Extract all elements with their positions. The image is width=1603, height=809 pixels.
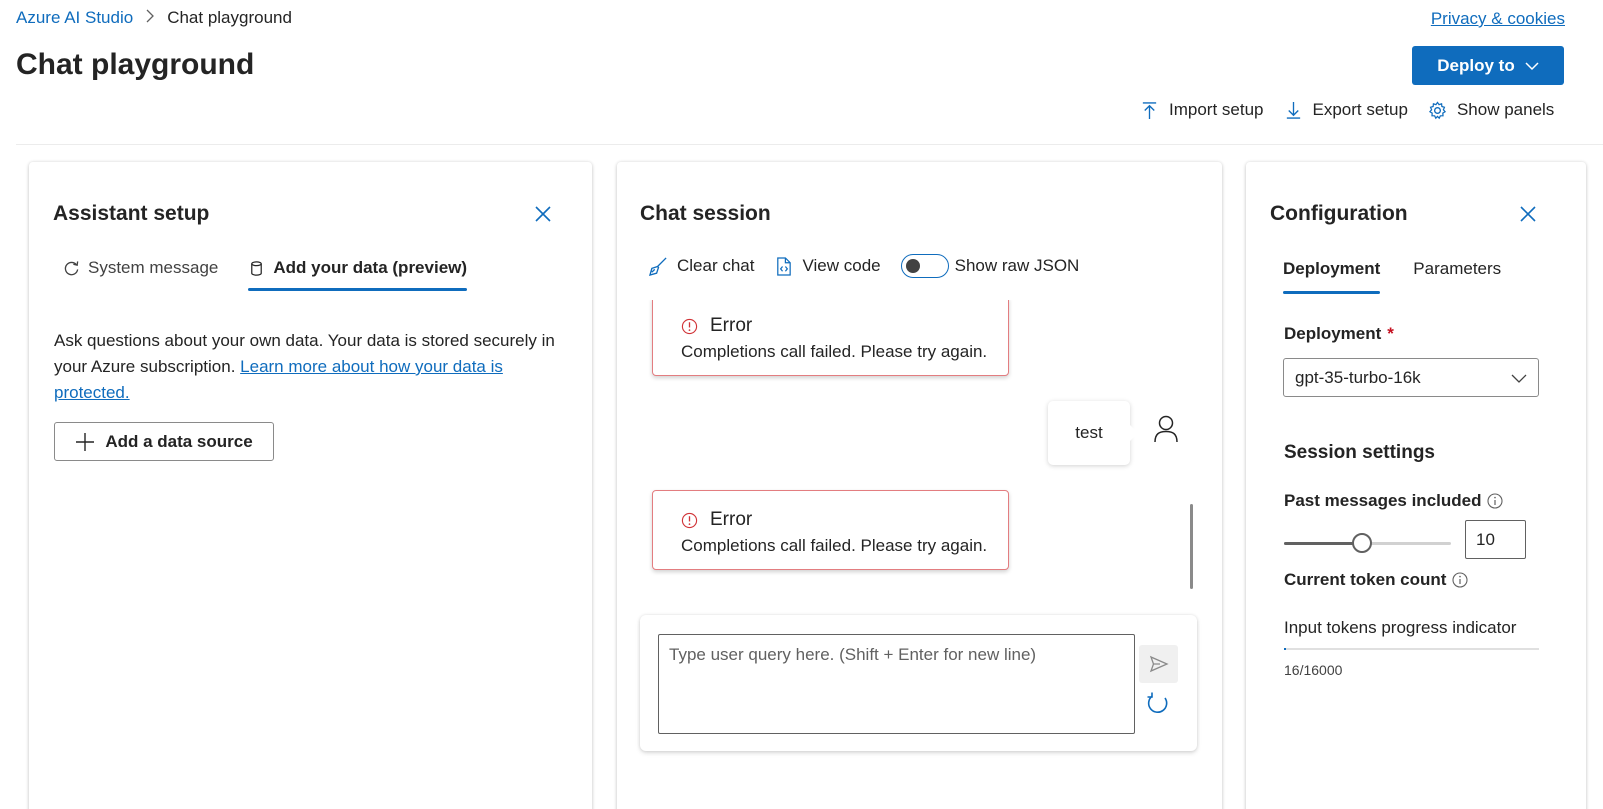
progress-fill bbox=[1284, 648, 1286, 650]
user-message-bubble: test bbox=[1048, 401, 1138, 465]
error-circle-icon bbox=[681, 318, 698, 334]
chat-toolbar: Clear chat View code Show raw JSON bbox=[649, 254, 1079, 278]
tab-system-message[interactable]: System message bbox=[63, 258, 218, 288]
tab-add-your-data[interactable]: Add your data (preview) bbox=[248, 258, 468, 291]
assistant-setup-title: Assistant setup bbox=[53, 202, 210, 225]
upload-icon bbox=[1142, 101, 1157, 119]
deployment-select[interactable]: gpt-35-turbo-16k bbox=[1283, 358, 1539, 397]
user-query-input[interactable] bbox=[658, 634, 1135, 734]
show-panels-button[interactable]: Show panels bbox=[1428, 100, 1554, 120]
clear-chat-label: Clear chat bbox=[677, 256, 755, 275]
plus-icon bbox=[76, 432, 95, 451]
deployment-select-value: gpt-35-turbo-16k bbox=[1295, 367, 1421, 387]
past-messages-input[interactable] bbox=[1465, 520, 1526, 559]
chat-session-panel: Chat session Clear chat View code Show r… bbox=[617, 162, 1222, 809]
token-count-label-text: Current token count bbox=[1284, 570, 1447, 589]
error-circle-icon bbox=[681, 512, 698, 528]
privacy-cookies-link[interactable]: Privacy & cookies bbox=[1431, 9, 1565, 29]
chat-scrollbar[interactable] bbox=[1190, 504, 1193, 589]
breadcrumb: Azure AI Studio Chat playground bbox=[16, 8, 292, 28]
tab-system-message-label: System message bbox=[88, 258, 219, 277]
add-data-source-button[interactable]: Add a data source bbox=[54, 422, 274, 461]
assistant-setup-panel: Assistant setup System message Add your … bbox=[29, 162, 592, 809]
deploy-to-label: Deploy to bbox=[1437, 55, 1515, 75]
view-code-label: View code bbox=[802, 256, 881, 275]
code-file-icon bbox=[777, 256, 792, 276]
chat-session-title: Chat session bbox=[640, 202, 771, 225]
error-text: Completions call failed. Please try agai… bbox=[681, 536, 988, 555]
regenerate-icon[interactable] bbox=[1145, 691, 1171, 717]
view-code-button[interactable]: View code bbox=[774, 256, 881, 276]
data-description: Ask questions about your own data. Your … bbox=[54, 328, 574, 406]
info-icon[interactable] bbox=[1487, 493, 1504, 509]
tab-parameters[interactable]: Parameters bbox=[1413, 259, 1501, 291]
deployment-field-label: Deployment * bbox=[1284, 324, 1394, 344]
assistant-setup-tabs: System message Add your data (preview) bbox=[63, 258, 497, 291]
error-message-card: Error Completions call failed. Please tr… bbox=[652, 300, 1009, 376]
input-tokens-progress-bar bbox=[1284, 648, 1539, 650]
toggle-knob bbox=[905, 259, 920, 273]
chat-playground-page: Azure AI Studio Chat playground Privacy … bbox=[0, 0, 1603, 809]
deployment-label-text: Deployment bbox=[1284, 324, 1382, 343]
show-raw-json-label: Show raw JSON bbox=[954, 256, 1080, 275]
gear-icon bbox=[1428, 100, 1447, 119]
configuration-tabs: Deployment Parameters bbox=[1283, 259, 1534, 294]
export-setup-button[interactable]: Export setup bbox=[1284, 100, 1408, 120]
slider-fill bbox=[1284, 542, 1363, 545]
deploy-to-button[interactable]: Deploy to bbox=[1412, 46, 1564, 85]
show-panels-label: Show panels bbox=[1456, 100, 1555, 119]
clear-chat-button[interactable]: Clear chat bbox=[649, 256, 754, 276]
chevron-down-icon bbox=[1511, 374, 1527, 383]
past-messages-slider[interactable] bbox=[1284, 531, 1451, 555]
show-raw-json-toggle[interactable] bbox=[900, 254, 949, 278]
refresh-icon bbox=[64, 260, 79, 275]
configuration-panel: Configuration Deployment Parameters Depl… bbox=[1246, 162, 1586, 809]
breadcrumb-current: Chat playground bbox=[167, 8, 292, 27]
token-count-value: 16/16000 bbox=[1284, 662, 1343, 678]
person-avatar-icon bbox=[1154, 415, 1178, 443]
error-text: Completions call failed. Please try agai… bbox=[681, 342, 988, 361]
import-setup-button[interactable]: Import setup bbox=[1140, 100, 1264, 120]
error-title: Error bbox=[710, 509, 753, 530]
error-title: Error bbox=[710, 315, 753, 336]
add-data-source-label: Add a data source bbox=[105, 431, 253, 451]
token-count-field-label: Current token count bbox=[1284, 570, 1469, 590]
export-setup-label: Export setup bbox=[1312, 100, 1408, 119]
required-mark: * bbox=[1387, 324, 1394, 343]
tab-add-your-data-label: Add your data (preview) bbox=[273, 258, 468, 277]
page-toolbar: Import setup Export setup Show panels bbox=[1140, 100, 1574, 120]
past-messages-label-text: Past messages included bbox=[1284, 491, 1482, 510]
chat-input-card bbox=[640, 615, 1197, 751]
error-header: Error bbox=[681, 315, 752, 337]
chat-messages: Error Completions call failed. Please tr… bbox=[617, 300, 1222, 600]
chevron-down-icon bbox=[1525, 61, 1539, 70]
error-header: Error bbox=[681, 509, 752, 531]
download-icon bbox=[1286, 101, 1300, 119]
broom-icon bbox=[649, 256, 667, 276]
slider-thumb[interactable] bbox=[1352, 533, 1373, 553]
input-tokens-progress-label: Input tokens progress indicator bbox=[1284, 618, 1517, 637]
chevron-right-icon bbox=[145, 9, 155, 27]
user-message-text: test bbox=[1075, 423, 1103, 442]
error-message-card: Error Completions call failed. Please tr… bbox=[652, 490, 1009, 570]
tab-deployment[interactable]: Deployment bbox=[1283, 259, 1381, 294]
database-icon bbox=[251, 260, 263, 276]
send-icon bbox=[1149, 655, 1169, 673]
past-messages-field-label: Past messages included bbox=[1284, 491, 1504, 511]
header-divider bbox=[16, 144, 1603, 145]
configuration-title: Configuration bbox=[1270, 202, 1408, 225]
send-button[interactable] bbox=[1139, 645, 1178, 683]
info-icon[interactable] bbox=[1452, 572, 1469, 588]
page-title: Chat playground bbox=[16, 48, 255, 81]
session-settings-title: Session settings bbox=[1284, 442, 1435, 463]
close-icon[interactable] bbox=[1518, 204, 1538, 224]
close-icon[interactable] bbox=[533, 204, 553, 224]
breadcrumb-link-ai-studio[interactable]: Azure AI Studio bbox=[16, 8, 133, 28]
import-setup-label: Import setup bbox=[1169, 100, 1264, 119]
